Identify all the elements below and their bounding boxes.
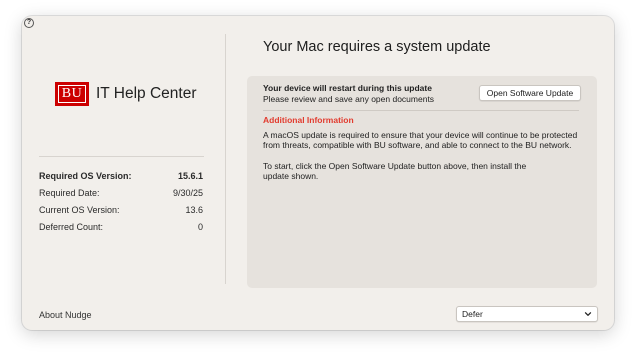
left-divider [39, 156, 204, 157]
nudge-window: ? BU IT Help Center Required OS Version:… [22, 16, 614, 330]
defer-selected-value: Defer [462, 309, 483, 319]
info-label: Current OS Version: [39, 205, 120, 215]
info-row-required-os-version: Required OS Version: 15.6.1 [39, 171, 203, 181]
page-title: Your Mac requires a system update [263, 39, 491, 55]
additional-information-title: Additional Information [263, 115, 354, 125]
open-software-update-button[interactable]: Open Software Update [479, 85, 581, 101]
info-paragraph-line: A macOS update is required to ensure tha… [263, 130, 578, 140]
info-label: Deferred Count: [39, 222, 104, 232]
instructions-paragraph-line: To start, click the Open Software Update… [263, 161, 527, 171]
instructions-paragraph-line: update shown. [263, 171, 319, 181]
help-button[interactable]: ? [24, 18, 34, 28]
update-info-panel: Your device will restart during this upd… [247, 76, 597, 288]
chevron-down-icon [584, 312, 592, 316]
logo-name: IT Help Center [96, 85, 197, 102]
info-value: 0 [197, 222, 203, 232]
info-label: Required OS Version: [39, 171, 132, 181]
info-label: Required Date: [39, 188, 100, 198]
bu-logo-mark: BU [55, 82, 89, 106]
restart-warning-title: Your device will restart during this upd… [263, 83, 432, 93]
info-paragraph-line: from threats, compatible with BU softwar… [263, 140, 572, 150]
info-value: 15.6.1 [177, 171, 203, 181]
about-nudge-link[interactable]: About Nudge [39, 310, 92, 320]
defer-dropdown[interactable]: Defer [456, 306, 598, 322]
info-row-current-os-version: Current OS Version: 13.6 [39, 205, 203, 215]
info-value: 9/30/25 [172, 188, 203, 198]
panel-divider [263, 110, 579, 111]
info-row-deferred-count: Deferred Count: 0 [39, 222, 203, 232]
bu-it-help-center-logo: BU IT Help Center [55, 82, 197, 106]
vertical-divider [225, 34, 226, 284]
info-row-required-date: Required Date: 9/30/25 [39, 188, 203, 198]
question-icon: ? [26, 19, 32, 26]
restart-warning-subtitle: Please review and save any open document… [263, 94, 435, 104]
bu-logo-text: BU [58, 85, 86, 103]
info-value: 13.6 [185, 205, 203, 215]
